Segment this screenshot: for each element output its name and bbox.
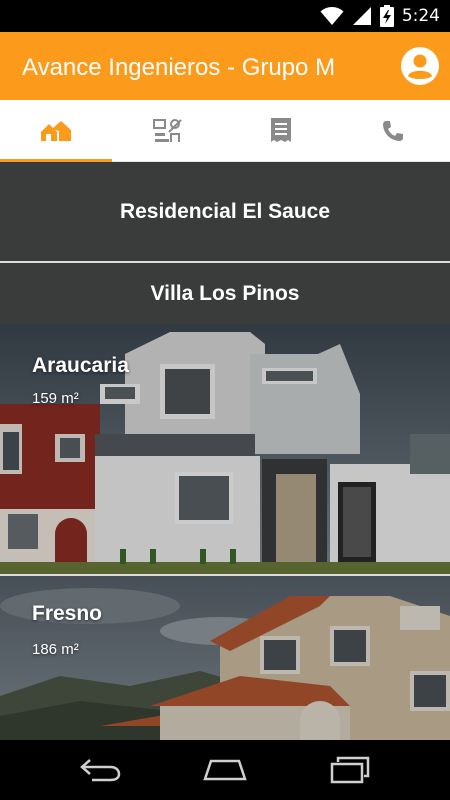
account-icon[interactable]	[400, 46, 440, 86]
tab-bar	[0, 100, 450, 162]
home-icon	[203, 759, 247, 781]
house-card-fresno[interactable]: Fresno 186 m²	[0, 576, 450, 740]
tab-plans[interactable]	[112, 100, 224, 162]
home-icon	[41, 121, 71, 141]
tab-home[interactable]	[0, 100, 112, 162]
app-bar: Avance Ingenieros - Grupo M	[0, 32, 450, 100]
card-area: 186 m²	[32, 641, 79, 658]
recents-icon	[330, 756, 370, 784]
house-photo	[0, 576, 450, 740]
card-title: Araucaria	[32, 354, 129, 377]
project-list: Residencial El Sauce Villa Los Pinos Ara…	[0, 162, 450, 740]
section-label: Residencial El Sauce	[119, 199, 331, 223]
battery-icon	[379, 5, 394, 27]
section-row-villa-los-pinos[interactable]: Villa Los Pinos	[0, 263, 450, 324]
tab-documents[interactable]	[225, 100, 337, 162]
tab-contact[interactable]	[337, 100, 449, 162]
app-title: Avance Ingenieros - Grupo M	[22, 54, 336, 81]
status-icons: 5:24	[320, 4, 440, 28]
wifi-icon	[320, 7, 344, 25]
house-card-araucaria[interactable]: Araucaria 159 m²	[0, 324, 450, 574]
home-button[interactable]	[195, 750, 255, 790]
recents-button[interactable]	[320, 750, 380, 790]
phone-icon	[383, 121, 403, 141]
status-bar: 5:24	[0, 0, 450, 32]
section-label: Villa Los Pinos	[150, 281, 300, 305]
signal-icon	[352, 7, 371, 25]
document-icon	[271, 118, 291, 142]
card-title: Fresno	[32, 602, 103, 625]
status-time: 5:24	[401, 6, 440, 26]
back-icon	[80, 759, 121, 782]
card-area: 159 m²	[32, 390, 79, 407]
navigation-bar	[0, 740, 450, 800]
plans-icon	[153, 119, 182, 142]
back-button[interactable]	[70, 750, 130, 790]
section-row-residencial-el-sauce[interactable]: Residencial El Sauce	[0, 162, 450, 261]
